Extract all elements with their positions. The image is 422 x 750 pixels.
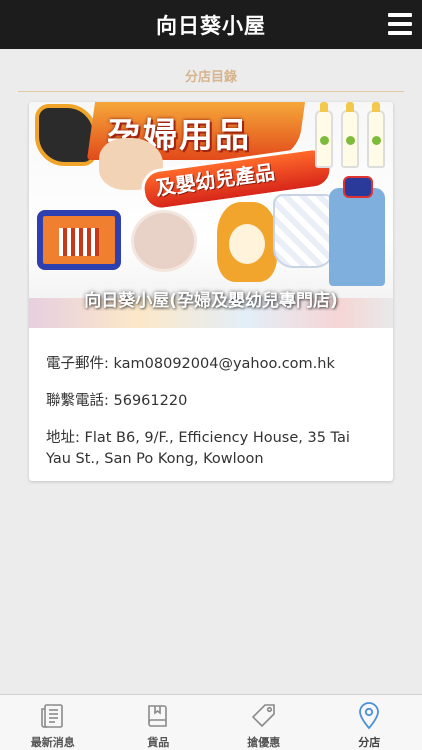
tab-label: 分店 xyxy=(358,736,381,749)
tag-icon xyxy=(251,704,275,728)
page-title: 向日葵小屋 xyxy=(156,13,266,38)
book-icon xyxy=(148,705,168,727)
bottle-illustration xyxy=(315,102,333,168)
store-name-overlay: 向日葵小屋(孕婦及嬰幼兒專門店) xyxy=(84,291,338,311)
tab-products[interactable]: 貨品 xyxy=(106,695,212,750)
tab-stores[interactable]: 分店 xyxy=(317,695,422,750)
bottle-illustration xyxy=(341,102,359,168)
top-bar: 向日葵小屋 xyxy=(0,0,422,49)
onesie-illustration xyxy=(273,194,335,268)
playpen-illustration xyxy=(37,210,121,270)
tab-label: 最新消息 xyxy=(30,736,75,749)
store-address: 地址: Flat B6, 9/F., Efficiency House, 35 … xyxy=(46,430,350,467)
pads-illustration xyxy=(131,210,197,272)
section-title: 分店目錄 xyxy=(18,64,404,92)
bottle-illustration xyxy=(367,102,385,168)
jeans-illustration xyxy=(329,176,385,286)
news-icon xyxy=(40,704,63,728)
tab-label: 搶優惠 xyxy=(247,736,281,749)
location-pin-icon xyxy=(359,702,380,730)
tab-deals[interactable]: 搶優惠 xyxy=(211,695,317,750)
tab-label: 貨品 xyxy=(147,736,170,749)
store-phone[interactable]: 聯繫電話: 56961220 xyxy=(46,391,376,412)
store-email[interactable]: 電子郵件: kam08092004@yahoo.com.hk xyxy=(46,354,376,375)
hamburger-icon[interactable] xyxy=(388,13,412,35)
store-banner-image: 孕婦用品 及嬰幼兒產品 向日葵小屋(孕婦及嬰幼兒專門店) xyxy=(29,102,393,328)
store-info: 電子郵件: kam08092004@yahoo.com.hk 聯繫電話: 569… xyxy=(29,354,393,470)
tab-news[interactable]: 最新消息 xyxy=(0,695,106,750)
tiger-costume-illustration xyxy=(217,202,277,282)
bottom-tab-bar: 最新消息 貨品 搶優惠 分店 xyxy=(0,694,422,750)
store-card[interactable]: 孕婦用品 及嬰幼兒產品 向日葵小屋(孕婦及嬰幼兒專門店) 電子郵件: kam08… xyxy=(29,102,393,481)
